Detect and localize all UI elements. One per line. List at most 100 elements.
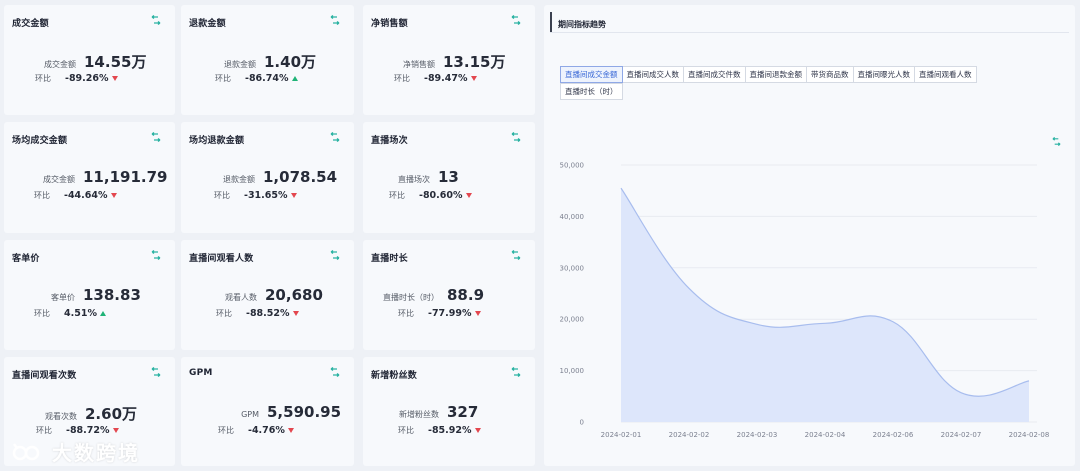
metric-card: GPM GPM 5,590.95 环比 -4.76% bbox=[181, 357, 354, 466]
metric-value: 88.9 bbox=[447, 286, 485, 304]
card-title: 客单价 bbox=[12, 254, 40, 264]
x-tick-label: 2024-02-03 bbox=[737, 431, 778, 439]
metric-label: 退款金额 bbox=[223, 175, 255, 184]
trend-down-icon bbox=[111, 76, 118, 81]
trend-up-icon bbox=[291, 76, 298, 81]
download-icon[interactable] bbox=[330, 132, 340, 142]
compare-label: 环比 bbox=[34, 309, 50, 318]
data-point[interactable] bbox=[687, 286, 691, 290]
data-point[interactable] bbox=[755, 322, 759, 326]
panel-title-tab[interactable]: 期间指标趋势 bbox=[550, 12, 606, 32]
metric-label: 直播场次 bbox=[398, 175, 430, 184]
tab-metric[interactable]: 直播时长（时） bbox=[560, 83, 623, 100]
data-point[interactable] bbox=[959, 391, 963, 395]
trend-down-icon bbox=[470, 76, 477, 81]
download-icon[interactable] bbox=[151, 15, 161, 25]
tab-metric[interactable]: 直播间成交件数 bbox=[683, 66, 746, 83]
tab-metric[interactable]: 直播间成交人数 bbox=[621, 66, 684, 83]
compare-value: -88.52% bbox=[246, 308, 290, 319]
panel-title: 期间指标趋势 bbox=[558, 20, 606, 29]
download-icon[interactable] bbox=[511, 367, 521, 377]
compare-label: 环比 bbox=[398, 426, 414, 435]
download-icon[interactable] bbox=[511, 250, 521, 260]
metric-main-row: 直播时长（时） 88.9 bbox=[363, 286, 484, 304]
metric-compare-row: 环比 -88.52% bbox=[181, 308, 299, 319]
card-title: 场均退款金额 bbox=[189, 136, 245, 146]
trend-down-icon bbox=[112, 428, 119, 433]
data-point[interactable] bbox=[823, 321, 827, 325]
panel-divider bbox=[550, 32, 1069, 33]
metric-value: 1.40万 bbox=[264, 53, 317, 71]
metric-compare-row: 环比 -31.65% bbox=[181, 190, 297, 201]
metric-compare-row: 环比 4.51% bbox=[4, 308, 106, 319]
watermark: 大数跨境 bbox=[12, 437, 140, 466]
download-icon[interactable] bbox=[151, 367, 161, 377]
metric-label: 新增粉丝数 bbox=[399, 410, 439, 419]
card-title: 直播间观看次数 bbox=[12, 371, 77, 381]
compare-label: 环比 bbox=[394, 74, 410, 83]
metric-card: 净销售额 净销售额 13.15万 环比 -89.47% bbox=[363, 5, 535, 115]
download-icon[interactable] bbox=[330, 250, 340, 260]
metric-label: 观看次数 bbox=[45, 412, 77, 421]
compare-value: -88.72% bbox=[66, 425, 110, 436]
card-title: 直播间观看人数 bbox=[189, 254, 254, 264]
trend-down-icon bbox=[465, 193, 472, 198]
trend-chart: 0 10,000 20,000 30,000 40,000 50,000 2024-02-0… bbox=[560, 162, 1050, 440]
metric-main-row: 净销售额 13.15万 bbox=[363, 51, 505, 72]
compare-label: 环比 bbox=[214, 191, 230, 200]
tab-metric[interactable]: 直播间观看人数 bbox=[914, 66, 977, 83]
metric-label: 直播时长（时） bbox=[383, 293, 439, 302]
metric-value: 327 bbox=[447, 403, 479, 421]
metric-value: 13 bbox=[438, 168, 459, 186]
y-tick-label: 50,000 bbox=[560, 162, 585, 170]
card-title: 净销售额 bbox=[371, 19, 408, 29]
metric-value: 1,078.54 bbox=[263, 168, 338, 186]
metric-main-row: 成交金额 14.55万 bbox=[4, 51, 146, 72]
metric-value: 11,191.79 bbox=[83, 168, 168, 186]
metric-tabs: 直播间成交金额 直播间成交人数 直播间成交件数 直播间退款金额 带货商品数 直播间曝光人数… bbox=[560, 66, 1010, 100]
x-tick-label: 2024-02-07 bbox=[941, 431, 982, 439]
metric-card: 场均退款金额退款金额 1,078.54 环比 -31.65% bbox=[181, 122, 354, 233]
tab-metric[interactable]: 直播间曝光人数 bbox=[852, 66, 915, 83]
brand-logo-icon bbox=[12, 442, 40, 460]
metric-value: 5,590.95 bbox=[267, 403, 342, 421]
compare-value: -31.65% bbox=[244, 190, 288, 201]
download-icon[interactable] bbox=[511, 132, 521, 142]
tab-metric[interactable]: 直播间成交金额 bbox=[560, 66, 623, 83]
data-point[interactable] bbox=[1027, 379, 1031, 383]
compare-label: 环比 bbox=[218, 426, 234, 435]
x-tick-label: 2024-02-04 bbox=[805, 431, 846, 439]
tab-metric[interactable]: 直播间退款金额 bbox=[744, 66, 807, 83]
data-point[interactable] bbox=[619, 186, 623, 190]
metric-label: 净销售额 bbox=[403, 60, 435, 69]
card-title: 退款金额 bbox=[189, 19, 226, 29]
download-icon[interactable] bbox=[330, 367, 340, 377]
compare-value: 4.51% bbox=[64, 308, 97, 319]
trend-panel: 期间指标趋势 直播间成交金额 直播间成交人数 直播间成交件数 直播间退款金额 带货商品数… bbox=[544, 5, 1075, 466]
metric-compare-row: 环比 -80.60% bbox=[363, 190, 472, 201]
compare-value: -85.92% bbox=[428, 425, 472, 436]
metric-value: 13.15万 bbox=[443, 53, 506, 71]
metric-value: 14.55万 bbox=[84, 53, 147, 71]
y-tick-label: 0 bbox=[580, 419, 584, 427]
trend-down-icon bbox=[474, 311, 481, 316]
download-icon[interactable] bbox=[511, 15, 521, 25]
metric-compare-row: 环比 -89.26% bbox=[4, 73, 118, 84]
download-icon[interactable] bbox=[151, 132, 161, 142]
metric-card: 直播时长直播时长（时） 88.9 环比 -77.99% bbox=[363, 240, 535, 350]
metric-compare-row: 环比 -89.47% bbox=[363, 73, 477, 84]
metric-card: 客单价 客单价 138.83 环比 4.51% bbox=[4, 240, 175, 350]
tab-metric[interactable]: 带货商品数 bbox=[806, 66, 854, 83]
download-icon[interactable] bbox=[151, 250, 161, 260]
metric-compare-row: 环比 -88.72% bbox=[4, 425, 119, 436]
data-point[interactable] bbox=[891, 320, 895, 324]
metric-main-row: 退款金额 1,078.54 bbox=[181, 168, 337, 186]
y-tick-label: 30,000 bbox=[560, 264, 585, 272]
download-icon[interactable] bbox=[330, 15, 340, 25]
metric-compare-row: 环比 -77.99% bbox=[363, 308, 481, 319]
card-title: 直播时长 bbox=[371, 254, 408, 264]
metric-label: 观看人数 bbox=[225, 293, 257, 302]
metric-card: 新增粉丝数 新增粉丝数 327 环比 -85.92% bbox=[363, 357, 535, 466]
metric-main-row: 观看次数 2.60万 bbox=[4, 403, 137, 424]
compare-value: -86.74% bbox=[245, 73, 289, 84]
